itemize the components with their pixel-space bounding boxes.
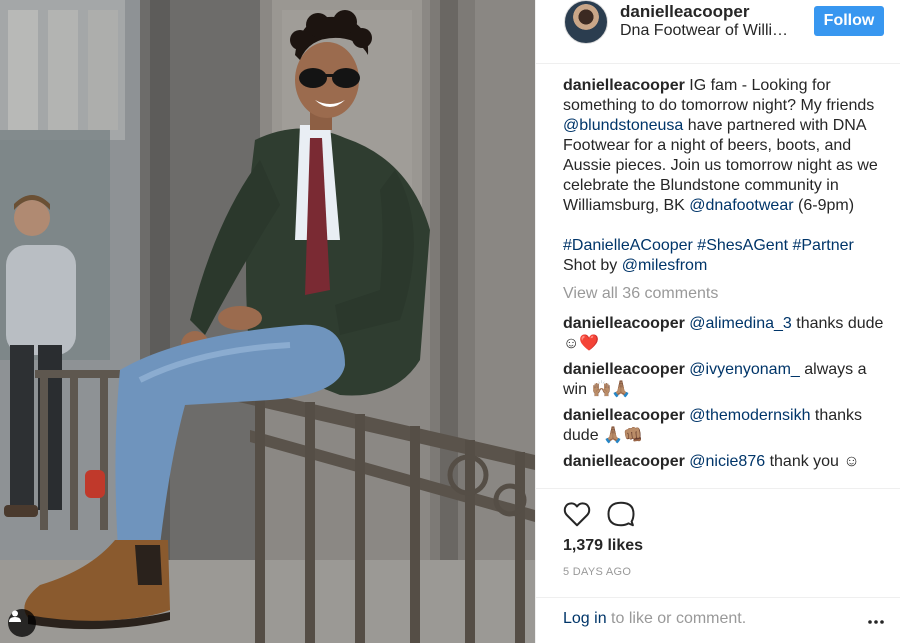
mention-link[interactable]: @dnafootwear — [689, 197, 793, 214]
comment-emoji: 🙌🏽🙏🏽 — [591, 381, 632, 398]
likes-count[interactable]: 1,379 likes — [563, 537, 643, 555]
login-link[interactable]: Log in — [563, 610, 607, 627]
comments-list[interactable]: danielleacooper IG fam - Looking for som… — [563, 76, 888, 488]
comment-icon — [607, 501, 635, 527]
comment-item: danielleacooper @ivyenyonam_ always a wi… — [563, 360, 888, 400]
mention-link[interactable]: @milesfrom — [622, 257, 708, 274]
caption-username[interactable]: danielleacooper — [563, 77, 685, 94]
comment-item: danielleacooper @themodernsikh thanks du… — [563, 406, 888, 446]
comment-text: thank you ☺ — [765, 453, 860, 470]
view-all-comments-link[interactable]: View all 36 comments — [563, 284, 888, 304]
mention-link[interactable]: @themodernsikh — [689, 407, 810, 424]
post-timestamp[interactable]: 5 DAYS AGO — [563, 566, 631, 578]
login-prompt: Log in to like or comment. — [563, 610, 746, 628]
shot-by-text: Shot by — [563, 257, 622, 274]
comment-item: danielleacooper @nicie876 thank you ☺ — [563, 452, 888, 472]
comment-item: danielleacooper @alimedina_3 thanks dude… — [563, 314, 888, 354]
hashtag-links[interactable]: #DanielleACooper #ShesAGent #Partner — [563, 237, 854, 254]
comment-footer: Log in to like or comment. — [536, 597, 900, 643]
avatar[interactable] — [564, 0, 608, 44]
caption: danielleacooper IG fam - Looking for som… — [563, 76, 888, 216]
caption-text-3: (6-9pm) — [793, 197, 855, 214]
mention-link[interactable]: @blundstoneusa — [563, 117, 683, 134]
comment-username[interactable]: danielleacooper — [563, 453, 685, 470]
follow-button[interactable]: Follow — [814, 6, 884, 36]
more-options-icon — [868, 620, 884, 624]
more-options-button[interactable] — [866, 612, 886, 632]
header-location[interactable]: Dna Footwear of Willi… — [620, 22, 788, 40]
user-tag-button[interactable] — [8, 609, 36, 637]
comment-emoji: ❤️ — [579, 335, 600, 352]
post-photo[interactable] — [0, 0, 535, 643]
photo-scene — [0, 0, 535, 643]
post-panel: danielleacooper Dna Footwear of Willi… F… — [535, 0, 900, 643]
mention-link[interactable]: @nicie876 — [689, 453, 765, 470]
heart-icon — [563, 502, 591, 527]
like-button[interactable] — [562, 499, 592, 529]
mention-link[interactable]: @alimedina_3 — [689, 315, 792, 332]
comment-username[interactable]: danielleacooper — [563, 315, 685, 332]
mention-link[interactable]: @ivyenyonam_ — [689, 361, 800, 378]
comment-username[interactable]: danielleacooper — [563, 407, 685, 424]
user-tag-icon — [9, 610, 21, 622]
caption-hashtags: #DanielleACooper #ShesAGent #Partner Sho… — [563, 236, 888, 276]
header-username[interactable]: danielleacooper — [620, 2, 749, 22]
comment-username[interactable]: danielleacooper — [563, 361, 685, 378]
login-rest-text: to like or comment. — [606, 610, 747, 627]
post-actions: 1,379 likes 5 DAYS AGO Log in to like or… — [536, 488, 900, 643]
comment-emoji: 🙏🏽👊🏽 — [603, 427, 643, 444]
post-header: danielleacooper Dna Footwear of Willi… F… — [536, 0, 900, 64]
comment-button[interactable] — [606, 499, 636, 529]
